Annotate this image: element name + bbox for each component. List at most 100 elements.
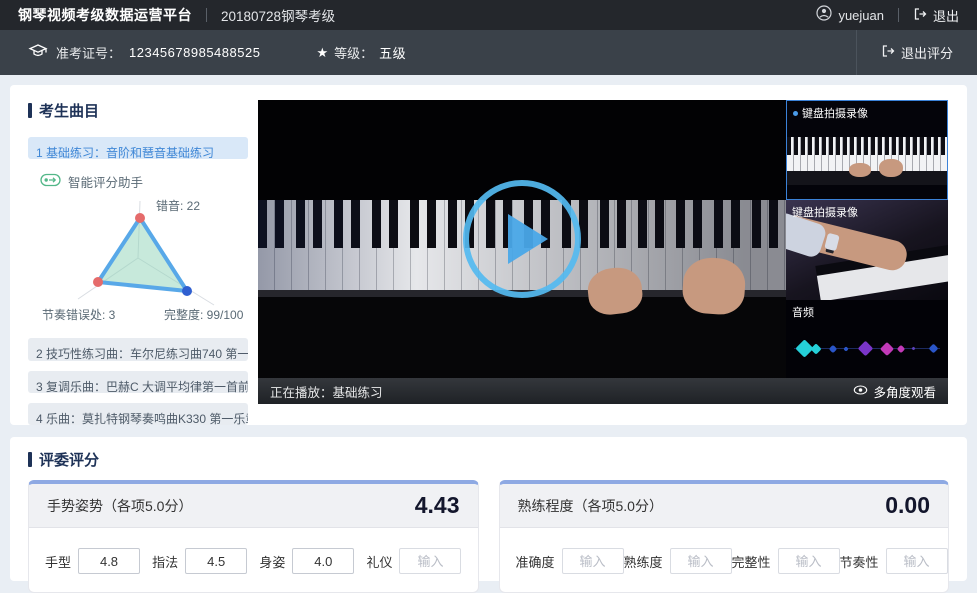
field-label: 身姿 <box>259 552 285 571</box>
field-accuracy: 准确度 <box>516 548 624 574</box>
logout-label: 退出 <box>933 6 959 25</box>
audio-waveform <box>794 334 940 364</box>
play-button[interactable] <box>463 180 581 298</box>
title-tick <box>28 103 32 118</box>
thumbnail-keyboard-top[interactable]: 键盘拍摄录像 <box>786 100 948 200</box>
song-item-1[interactable]: 1 基础练习：音阶和琶音基础练习 <box>28 137 248 159</box>
field-label: 手型 <box>45 552 71 571</box>
rhythm-input[interactable] <box>886 548 948 574</box>
waveform-node <box>911 346 915 350</box>
exam-panel: 考生曲目 1 基础练习：音阶和琶音基础练习 智能评分助手 <box>10 85 967 425</box>
logout-button[interactable]: 退出 <box>913 6 959 25</box>
top-bar-right: yuejuan 退出 <box>816 5 959 26</box>
song-item-4[interactable]: 4 乐曲：莫扎特钢琴奏鸣曲K330 第一乐章 <box>28 403 248 425</box>
level-label: 等级： <box>334 43 373 62</box>
logout-icon <box>913 7 927 24</box>
thumbnail-label: 键盘拍摄录像 <box>792 204 858 220</box>
logout-icon <box>881 44 895 61</box>
eye-icon <box>853 384 868 399</box>
video-player: 键盘拍摄录像 键盘拍摄录像 音频 <box>258 100 948 404</box>
play-icon <box>508 214 548 264</box>
field-fingering: 指法 <box>152 548 247 574</box>
assistant-label: 智能评分助手 <box>68 172 143 191</box>
accuracy-input[interactable] <box>562 548 624 574</box>
smart-score-assistant[interactable]: 智能评分助手 <box>40 172 248 191</box>
field-etiquette: 礼仪 <box>366 548 461 574</box>
thumb-hand <box>879 159 903 177</box>
gesture-posture-card: 手势姿势（各项5.0分） 4.43 手型 指法 身姿 礼仪 <box>28 480 479 593</box>
divider <box>206 8 207 22</box>
field-label: 完整性 <box>732 552 771 571</box>
ticket-label: 准考证号： <box>56 43 121 62</box>
audio-track[interactable]: 音频 <box>786 300 948 378</box>
waveform-node <box>897 345 905 353</box>
exit-scoring-button[interactable]: 退出评分 <box>881 43 953 62</box>
level-value: 五级 <box>379 43 406 62</box>
app-title: 钢琴视频考级数据运营平台 <box>18 5 192 25</box>
field-rhythm: 节奏性 <box>840 548 948 574</box>
radar-label-completeness: 完整度: 99/100 <box>164 307 244 322</box>
proficiency-input[interactable] <box>670 548 732 574</box>
waveform-node <box>858 341 874 357</box>
fingering-input[interactable] <box>185 548 247 574</box>
hand-shape-input[interactable] <box>78 548 140 574</box>
song-item-3[interactable]: 3 复调乐曲：巴赫C 大调平均律第一首前奏曲 <box>28 371 248 393</box>
level-group: ★ 等级： 五级 <box>316 43 406 62</box>
completeness-input[interactable] <box>778 548 840 574</box>
recording-dot <box>793 111 798 116</box>
radar-point-rhythm-errors <box>93 277 103 287</box>
angle-thumbnails: 键盘拍摄录像 键盘拍摄录像 音频 <box>786 100 948 378</box>
field-label: 准确度 <box>516 552 555 571</box>
user-avatar-icon <box>816 5 832 26</box>
song-section-title: 考生曲目 <box>28 100 248 121</box>
session-title: 20180728钢琴考级 <box>221 5 335 25</box>
username: yuejuan <box>838 8 884 23</box>
audio-label-text: 音频 <box>792 304 814 320</box>
thumbnail-label-text: 键盘拍摄录像 <box>792 204 858 220</box>
candidate-info: 准考证号： 12345678985488525 ★ 等级： 五级 <box>28 43 406 62</box>
card-header: 熟练程度（各项5.0分） 0.00 <box>500 484 949 528</box>
etiquette-input[interactable] <box>399 548 461 574</box>
thumbnail-label-text: 键盘拍摄录像 <box>802 105 868 121</box>
radar-label-wrong-notes: 错音: 22 <box>156 198 200 213</box>
candidate-info-bar: 准考证号： 12345678985488525 ★ 等级： 五级 退出评分 <box>0 30 977 75</box>
thumb-hand <box>849 163 871 177</box>
proficiency-card: 熟练程度（各项5.0分） 0.00 准确度 熟练度 完整性 节奏性 <box>499 480 950 593</box>
posture-input[interactable] <box>292 548 354 574</box>
song-list: 考生曲目 1 基础练习：音阶和琶音基础练习 智能评分助手 <box>28 100 258 425</box>
card-header: 手势姿势（各项5.0分） 4.43 <box>29 484 478 528</box>
field-posture: 身姿 <box>259 548 354 574</box>
top-bar: 钢琴视频考级数据运营平台 20180728钢琴考级 yuejuan 退出 <box>0 0 977 30</box>
waveform-node <box>880 342 894 356</box>
top-bar-left: 钢琴视频考级数据运营平台 20180728钢琴考级 <box>18 5 335 25</box>
card-fields: 手型 指法 身姿 礼仪 <box>29 528 478 592</box>
field-label: 礼仪 <box>366 552 392 571</box>
scoring-section-title: 评委评分 <box>28 449 949 470</box>
song-item-2[interactable]: 2 技巧性练习曲：车尔尼练习曲740 第一首 <box>28 338 248 360</box>
radar-label-rhythm-errors: 节奏错误处: 3 <box>42 308 116 322</box>
audio-label: 音频 <box>792 304 814 320</box>
ticket-number: 12345678985488525 <box>129 45 260 60</box>
card-total-score: 0.00 <box>885 492 930 519</box>
field-label: 指法 <box>152 552 178 571</box>
field-label: 节奏性 <box>840 552 879 571</box>
card-title: 熟练程度（各项5.0分） <box>518 496 663 516</box>
thumbnail-keyboard-side[interactable]: 键盘拍摄录像 <box>786 200 948 300</box>
graduation-cap-icon <box>28 43 48 62</box>
field-hand-shape: 手型 <box>45 548 140 574</box>
multi-angle-label: 多角度观看 <box>873 382 936 401</box>
field-completeness: 完整性 <box>732 548 840 574</box>
star-icon: ★ <box>316 45 328 61</box>
thumbnail-label: 键盘拍摄录像 <box>793 105 868 121</box>
main-video[interactable] <box>258 100 786 378</box>
multi-angle-button[interactable]: 多角度观看 <box>853 382 936 401</box>
radar-polygon <box>98 218 187 291</box>
now-playing-text: 正在播放：基础练习 <box>270 382 383 401</box>
song-section-title-text: 考生曲目 <box>39 100 99 121</box>
waveform-node <box>929 344 939 354</box>
thumb-black-keys <box>787 137 947 155</box>
radar-point-completeness <box>182 286 192 296</box>
radar-chart: 错音: 22 节奏错误处: 3 完整度: 99/100 <box>28 193 248 328</box>
exit-scoring-area: 退出评分 <box>856 30 977 75</box>
waveform-node <box>810 343 821 354</box>
